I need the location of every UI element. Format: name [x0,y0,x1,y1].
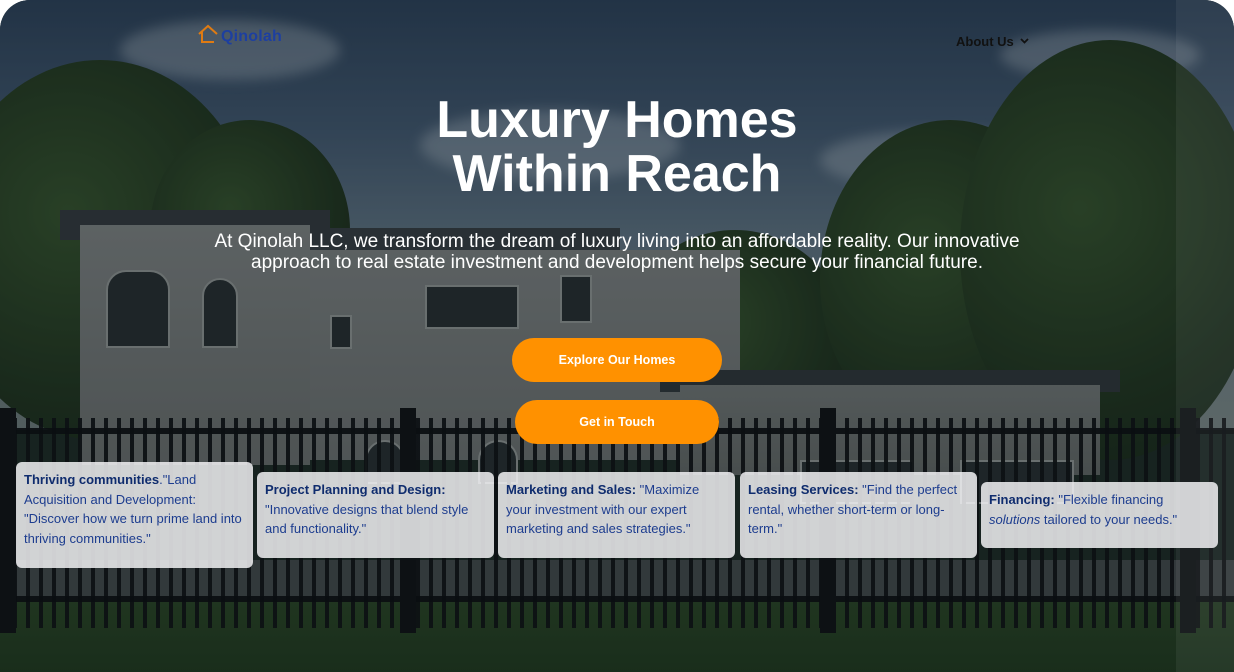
logo-text: Qinolah [221,27,282,45]
nav-about-us-label: About Us [956,34,1014,49]
service-card-heading: Project Planning and Design: [265,482,446,497]
service-card-emphasis: solutions [989,511,1041,527]
hero-title-line-2: Within Reach [452,145,782,203]
service-card-text: "Flexible financing [1054,492,1164,507]
nav-about-us[interactable]: About Us [956,34,1029,49]
service-card-heading: Thriving communities [24,472,160,487]
logo[interactable]: Qinolah [197,23,282,50]
hero-title-line-1: Luxury Homes [436,91,798,149]
service-card-text: tailored to your needs." [1040,511,1178,527]
service-card-heading: Marketing and Sales: [506,482,637,497]
hero-title: Luxury Homes Within Reach [317,93,917,201]
service-card-marketing: Marketing and Sales: "Maximize your inve… [498,472,735,558]
house-outline-icon [197,23,219,50]
right-edge-strip [1176,0,1234,672]
service-card-text: "Innovative designs that blend style and… [265,501,469,537]
explore-homes-button[interactable]: Explore Our Homes [512,338,722,382]
get-in-touch-button[interactable]: Get in Touch [515,400,719,444]
hero-description: At Qinolah LLC, we transform the dream o… [214,231,1020,273]
chevron-down-icon [1020,37,1029,47]
service-card-land-acquisition: Thriving communities."Land Acquisition a… [16,462,253,568]
service-card-project-planning: Project Planning and Design: "Innovative… [257,472,494,558]
page-frame: Qinolah About Us Luxury Homes Within Rea… [0,0,1234,672]
service-card-heading: Financing: [989,492,1055,507]
service-card-leasing: Leasing Services: "Find the perfect rent… [740,472,977,558]
service-card-heading: Leasing Services: [748,482,859,497]
service-card-financing: Financing: "Flexible financing solutions… [981,482,1218,548]
